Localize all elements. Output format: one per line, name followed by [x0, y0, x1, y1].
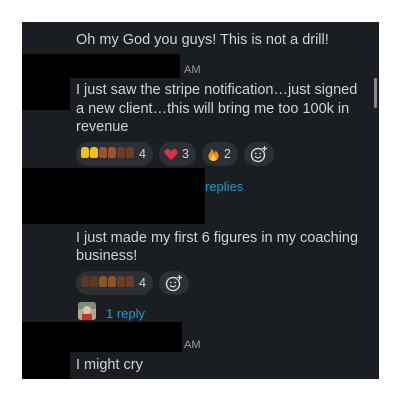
- reaction-raised-hands[interactable]: 4: [76, 271, 153, 295]
- reaction-count: 4: [139, 147, 146, 161]
- user-avatar-icon: [78, 302, 96, 320]
- redacted-sender: [22, 54, 180, 78]
- scrollbar[interactable]: [374, 78, 377, 108]
- reply-avatar[interactable]: [78, 302, 96, 320]
- message-text-line: I just made my first 6 figures in my coa…: [76, 230, 359, 246]
- redacted-avatar: [22, 350, 70, 379]
- thread-replies-link[interactable]: replies: [205, 179, 243, 194]
- reaction-heart[interactable]: 3: [158, 142, 196, 166]
- heart-icon: [164, 148, 178, 160]
- redacted-avatar: [22, 78, 70, 110]
- message-text: Oh my God you guys! This is not a drill!: [76, 32, 329, 48]
- raised-hands-icon: [81, 147, 135, 161]
- reaction-bar: 4: [76, 271, 189, 295]
- reaction-fire[interactable]: 2: [201, 142, 238, 166]
- add-reaction-button[interactable]: [243, 142, 274, 166]
- message-timestamp[interactable]: AM: [184, 339, 201, 351]
- message-timestamp[interactable]: AM: [184, 64, 201, 76]
- message-thread: Oh my God you guys! This is not a drill!…: [22, 22, 379, 379]
- add-reaction-button[interactable]: [158, 271, 189, 295]
- message-text-line: business!: [76, 248, 138, 264]
- message-text: I might cry: [76, 357, 143, 373]
- reaction-bar: 4 3 2: [76, 142, 274, 166]
- raised-hands-icon: [81, 276, 135, 290]
- redacted-sender: [22, 322, 182, 352]
- message-text-line: I just saw the stripe notification…just …: [76, 82, 358, 98]
- reaction-count: 4: [139, 276, 146, 290]
- reaction-count: 3: [181, 147, 189, 161]
- thread-replies-link[interactable]: 1 reply: [106, 306, 145, 321]
- message-text-line: revenue: [76, 119, 129, 135]
- message-text-line: a new client…this will bring me too 100k…: [76, 101, 350, 117]
- reaction-count: 2: [223, 147, 231, 161]
- add-reaction-icon: [165, 275, 182, 292]
- reaction-raised-hands[interactable]: 4: [76, 142, 153, 166]
- redacted-block: [22, 168, 205, 224]
- add-reaction-icon: [250, 146, 267, 163]
- fire-icon: [208, 148, 219, 161]
